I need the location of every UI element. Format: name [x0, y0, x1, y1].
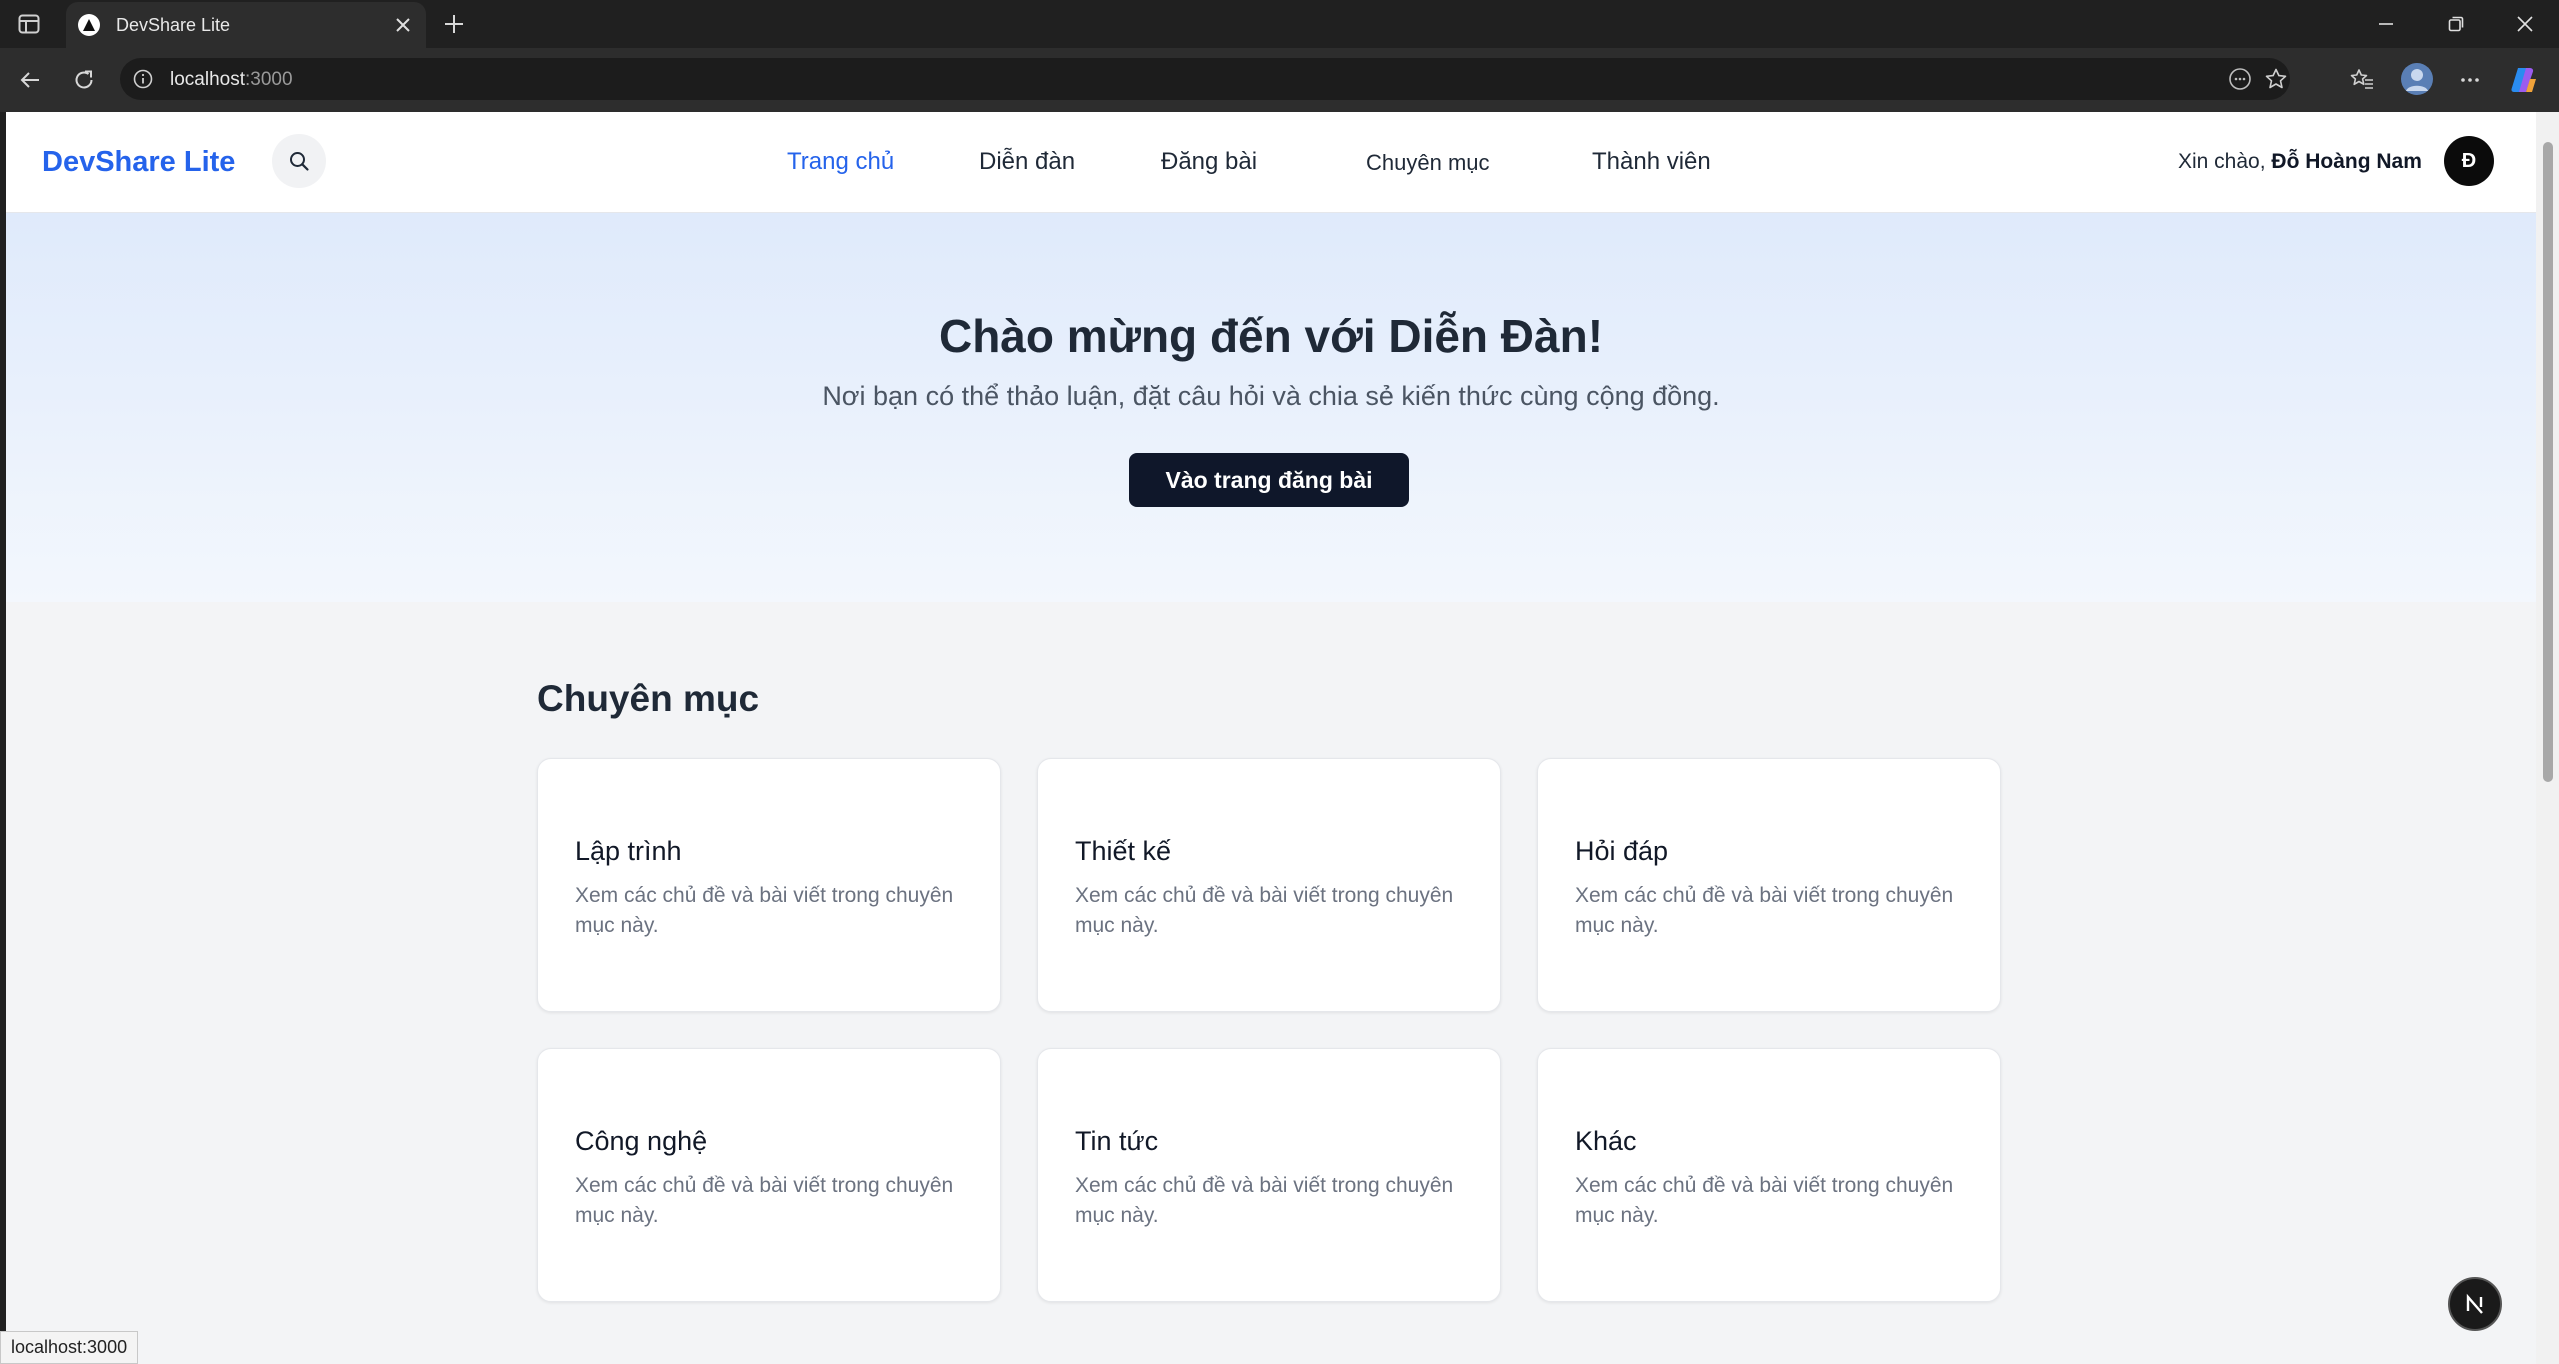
category-title: Khác — [1575, 1126, 1637, 1156]
user-greeting: Xin chào, Đỗ Hoàng Nam — [2178, 150, 2422, 174]
info-icon[interactable] — [132, 68, 154, 90]
avatar[interactable]: Đ — [2444, 136, 2494, 186]
category-title: Thiết kế — [1075, 836, 1172, 866]
category-title: Tin tức — [1075, 1126, 1159, 1156]
scrollbar-thumb[interactable] — [2543, 142, 2553, 782]
category-title: Hỏi đáp — [1575, 836, 1669, 866]
category-card-news[interactable]: Tin tức Xem các chủ đề và bài viết trong… — [1037, 1048, 1501, 1302]
page-viewport: DevShare Lite Trang chủ Diễn đàn Đăng bà… — [6, 112, 2536, 1364]
site-header: DevShare Lite Trang chủ Diễn đàn Đăng bà… — [6, 112, 2536, 213]
search-icon — [290, 152, 309, 171]
profile-avatar-icon[interactable] — [2398, 60, 2436, 98]
nav-post[interactable]: Đăng bài — [1161, 148, 1257, 176]
back-arrow-icon[interactable] — [14, 64, 46, 96]
category-description: Xem các chủ đề và bài viết trong chuyên … — [575, 884, 954, 937]
category-card-qa[interactable]: Hỏi đáp Xem các chủ đề và bài viết trong… — [1537, 758, 2001, 1012]
address-bar[interactable]: localhost:3000 — [120, 58, 2290, 100]
category-title: Lập trình — [575, 836, 682, 866]
browser-toolbar: localhost:3000 — [0, 48, 2559, 112]
nav-forum[interactable]: Diễn đàn — [979, 148, 1075, 176]
favorites-icon[interactable] — [2346, 64, 2378, 96]
hero-subtitle: Nơi bạn có thể thảo luận, đặt câu hỏi và… — [822, 381, 1720, 411]
copilot-icon[interactable] — [2508, 64, 2540, 96]
category-card-technology[interactable]: Công nghệ Xem các chủ đề và bài viết tro… — [537, 1048, 1001, 1302]
browser-tab-active[interactable]: DevShare Lite — [66, 2, 426, 48]
category-description: Xem các chủ đề và bài viết trong chuyên … — [1575, 1174, 1954, 1227]
category-description: Xem các chủ đề và bài viết trong chuyên … — [1075, 1174, 1454, 1227]
greeting-prefix: Xin chào, — [2178, 150, 2272, 173]
category-description: Xem các chủ đề và bài viết trong chuyên … — [1075, 884, 1454, 937]
favicon-icon — [78, 14, 100, 36]
restore-icon[interactable] — [2422, 0, 2490, 48]
nextjs-badge-icon[interactable] — [2448, 1277, 2502, 1331]
category-description: Xem các chủ đề và bài viết trong chuyên … — [575, 1174, 954, 1227]
nav-categories[interactable]: Chuyên mục — [1366, 150, 1490, 176]
close-tab-icon[interactable] — [390, 12, 416, 38]
url-text: localhost:3000 — [170, 69, 293, 91]
category-card-design[interactable]: Thiết kế Xem các chủ đề và bài viết tron… — [1037, 758, 1501, 1012]
new-tab-icon[interactable] — [438, 8, 470, 40]
user-name: Đỗ Hoàng Nam — [2271, 150, 2422, 173]
go-to-post-button[interactable]: Vào trang đăng bài — [1129, 453, 1409, 507]
categories-heading: Chuyên mục — [537, 678, 760, 719]
category-card-programming[interactable]: Lập trình Xem các chủ đề và bài viết tro… — [537, 758, 1001, 1012]
minimize-icon[interactable] — [2352, 0, 2420, 48]
search-button[interactable] — [272, 134, 326, 188]
reload-icon[interactable] — [68, 64, 100, 96]
category-description: Xem các chủ đề và bài viết trong chuyên … — [1575, 884, 1954, 937]
reading-mode-icon[interactable] — [2224, 63, 2256, 95]
category-card-other[interactable]: Khác Xem các chủ đề và bài viết trong ch… — [1537, 1048, 2001, 1302]
status-url: localhost:3000 — [0, 1331, 139, 1364]
nav-members[interactable]: Thành viên — [1592, 148, 1711, 176]
url-host: localhost — [170, 69, 245, 90]
url-port: :3000 — [245, 69, 293, 90]
star-icon[interactable] — [2260, 63, 2292, 95]
hero-title: Chào mừng đến với Diễn Đàn! — [938, 310, 1604, 362]
tab-title: DevShare Lite — [116, 15, 231, 35]
browser-tab-bar: DevShare Lite — [0, 0, 2559, 48]
tab-actions-icon[interactable] — [14, 10, 44, 38]
close-window-icon[interactable] — [2491, 0, 2559, 48]
hero-section: Chào mừng đến với Diễn Đàn! Nơi bạn có t… — [6, 213, 2536, 602]
nav-home[interactable]: Trang chủ — [787, 148, 894, 176]
more-icon[interactable] — [2454, 64, 2486, 96]
site-logo[interactable]: DevShare Lite — [42, 146, 235, 179]
category-title: Công nghệ — [575, 1126, 708, 1156]
page-scrollbar[interactable] — [2536, 112, 2559, 1364]
